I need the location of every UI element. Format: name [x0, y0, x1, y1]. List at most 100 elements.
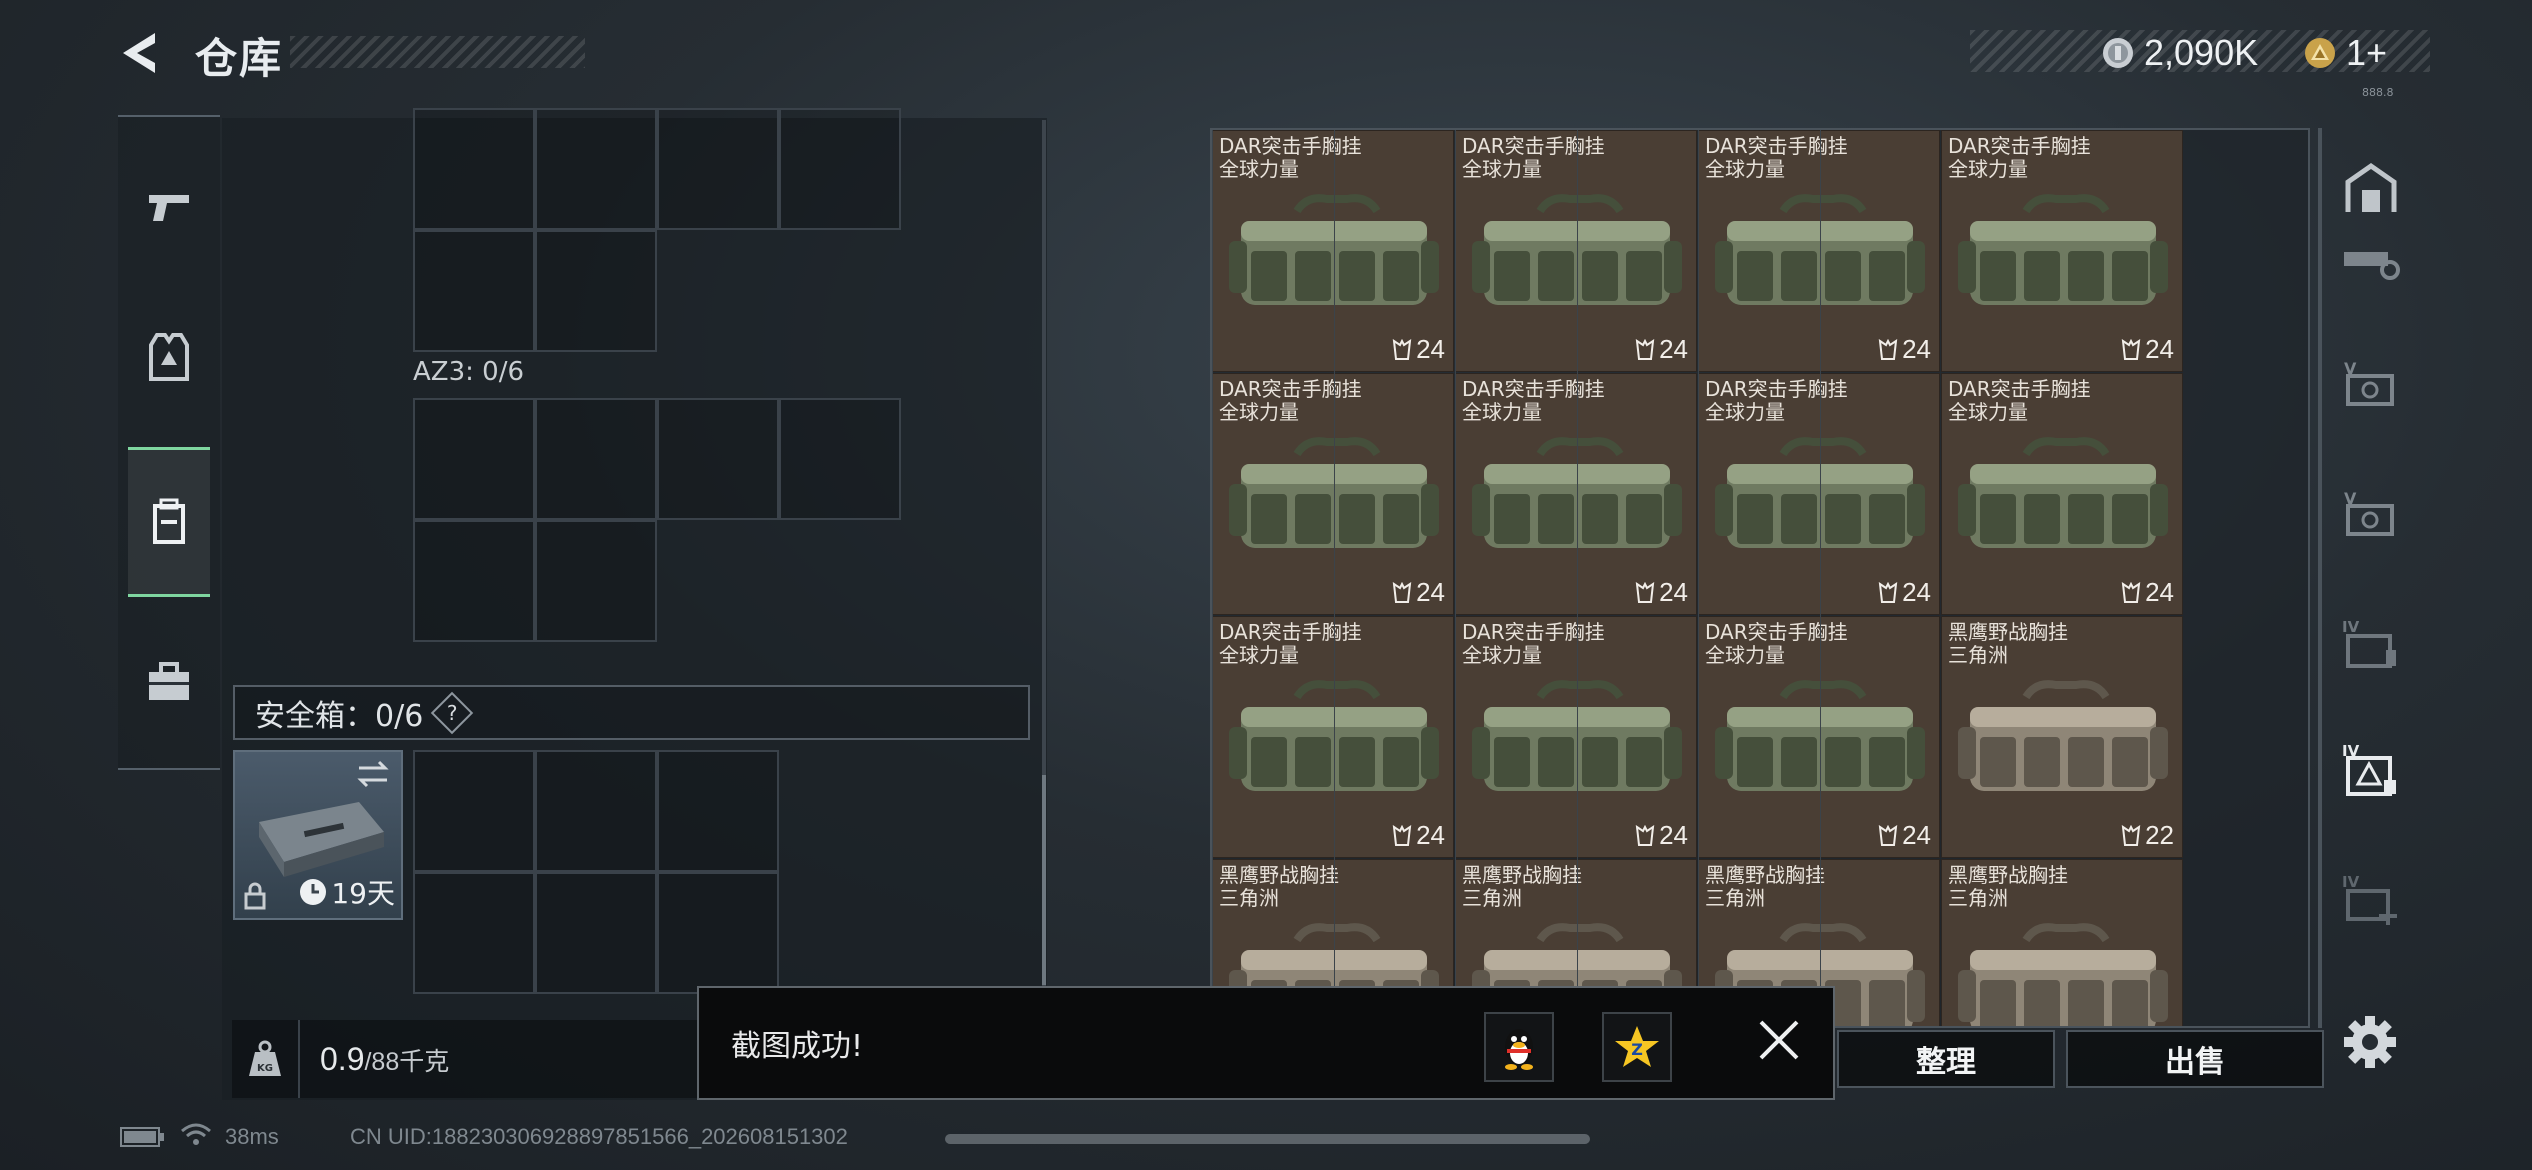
item-name-line1: 黑鹰野战胸挂	[1219, 863, 1339, 887]
loadout-scrollbar-thumb[interactable]	[1042, 775, 1046, 985]
tool-iv-add[interactable]: IV	[2340, 868, 2402, 930]
help-button[interactable]: ?	[431, 691, 474, 734]
item-name-line2: 全球力量	[1462, 400, 1542, 424]
svg-text:KG: KG	[257, 1063, 273, 1074]
az3-slot[interactable]	[779, 398, 901, 520]
briefcase-icon	[149, 662, 189, 700]
armor-durability-icon	[1878, 581, 1898, 603]
tool-v-safe-2[interactable]: V	[2340, 483, 2402, 545]
weight-text: 0.9/88千克	[320, 1041, 449, 1078]
container-slot[interactable]	[657, 108, 779, 230]
safe-case-item[interactable]: 19天	[233, 750, 403, 920]
tool-iv-folder[interactable]: IV	[2340, 613, 2402, 675]
uid-text: CN UID:1882303069288978515​66_2026081513…	[350, 1124, 848, 1149]
az3-slot[interactable]	[657, 398, 779, 520]
item-name-line1: DAR突击手胸挂	[1705, 620, 1848, 644]
weight-current: 0.9	[320, 1040, 365, 1077]
backpack-icon	[153, 498, 185, 544]
az3-capacity-label: AZ3: 0/6	[413, 357, 525, 387]
item-durability: 24	[1392, 334, 1445, 365]
tool-iv-triangle-lock[interactable]: IV	[2340, 738, 2402, 800]
safe-slot[interactable]	[657, 750, 779, 872]
item-name-line2: 三角洲	[1219, 886, 1279, 910]
gold-triangle-coin-icon	[2305, 38, 2335, 68]
tool-v-safe[interactable]: V	[2340, 353, 2402, 415]
armor-durability-icon	[1635, 824, 1655, 846]
stash-item[interactable]: 黑鹰野战胸挂 三角洲	[1941, 859, 2183, 1026]
svg-text:IV: IV	[2342, 873, 2360, 891]
item-durability: 24	[2121, 334, 2174, 365]
stash-grid-line	[1698, 130, 1699, 1026]
share-qzone-button[interactable]: Z	[1602, 1012, 1672, 1082]
share-qq-button[interactable]	[1484, 1012, 1554, 1082]
sort-button[interactable]: 整理	[1837, 1030, 2055, 1088]
item-name-line2: 三角洲	[1948, 886, 2008, 910]
item-name: 黑鹰野战胸挂 三角洲	[1462, 864, 1582, 910]
nav-item-supplies[interactable]	[128, 607, 210, 757]
item-name: 黑鹰野战胸挂 三角洲	[1948, 621, 2068, 667]
currency-silver: 2,090K	[2102, 32, 2258, 74]
safe-slot[interactable]	[535, 750, 657, 872]
nav-item-armor[interactable]	[128, 282, 210, 432]
item-count-value: 24	[1902, 334, 1931, 364]
az3-slot[interactable]	[535, 520, 657, 642]
item-name-line1: 黑鹰野战胸挂	[1948, 620, 2068, 644]
close-icon[interactable]	[1749, 1010, 1809, 1070]
clock-icon	[300, 879, 327, 905]
item-name: DAR突击手胸挂 全球力量	[1219, 135, 1362, 181]
item-durability: 22	[2121, 820, 2174, 851]
item-name-line2: 三角洲	[1705, 886, 1765, 910]
case-days-left: 19天	[331, 877, 395, 910]
item-name-line1: DAR突击手胸挂	[1219, 134, 1362, 158]
ping-text: 38ms	[225, 1124, 279, 1149]
az3-slot[interactable]	[535, 398, 657, 520]
stash-item[interactable]: 黑鹰野战胸挂 三角洲 22	[1941, 616, 2183, 858]
container-slot[interactable]	[413, 230, 535, 352]
item-count-value: 24	[1659, 577, 1688, 607]
home-indicator[interactable]	[945, 1134, 1590, 1144]
currency-subtext: 888.8	[2362, 86, 2394, 99]
item-count-value: 24	[1902, 820, 1931, 850]
item-name-line2: 全球力量	[1219, 157, 1299, 181]
container-slot[interactable]	[413, 108, 535, 230]
sell-button[interactable]: 出售	[2066, 1030, 2324, 1088]
safe-slot[interactable]	[413, 872, 535, 994]
tool-vault[interactable]	[2340, 158, 2402, 220]
nav-item-backpack[interactable]	[128, 447, 210, 597]
stash-item[interactable]: DAR突击手胸挂 全球力量 24	[1941, 130, 2183, 372]
container-slot[interactable]	[535, 230, 657, 352]
item-durability: 24	[1878, 334, 1931, 365]
safe-slot[interactable]	[413, 750, 535, 872]
nav-item-weapons[interactable]	[128, 132, 210, 282]
back-arrow-icon[interactable]	[115, 28, 165, 78]
az3-slot[interactable]	[413, 398, 535, 520]
safe-box-label: 安全箱：0/6	[255, 698, 424, 734]
gear-icon[interactable]	[2336, 1008, 2404, 1076]
safe-slot[interactable]	[657, 872, 779, 994]
item-name: 黑鹰野战胸挂 三角洲	[1705, 864, 1825, 910]
item-name: DAR突击手胸挂 全球力量	[1705, 135, 1848, 181]
safe-slot[interactable]	[535, 872, 657, 994]
stash-item[interactable]: DAR突击手胸挂 全球力量 24	[1941, 373, 2183, 615]
toast-message: 截图成功!	[731, 1029, 864, 1064]
item-name: 黑鹰野战胸挂 三角洲	[1219, 864, 1339, 910]
weight-indicator: KG 0.9/88千克	[232, 1020, 712, 1098]
item-name: DAR突击手胸挂 全球力量	[1462, 135, 1605, 181]
item-durability: 24	[2121, 577, 2174, 608]
container-slot[interactable]	[779, 108, 901, 230]
item-count-value: 24	[1416, 334, 1445, 364]
chest-rig-image	[1958, 437, 2168, 548]
swap-icon[interactable]	[355, 760, 391, 788]
item-durability: 24	[1635, 577, 1688, 608]
container-slot[interactable]	[535, 108, 657, 230]
item-count-value: 24	[1659, 334, 1688, 364]
key-icon	[2344, 252, 2400, 280]
weight-icon: KG	[232, 1020, 300, 1098]
item-count-value: 24	[1902, 577, 1931, 607]
stash-grid-line	[1333, 130, 1335, 1026]
wifi-icon	[181, 1123, 211, 1145]
tool-key[interactable]	[2340, 233, 2402, 295]
item-name: 黑鹰野战胸挂 三角洲	[1948, 864, 2068, 910]
az3-slot[interactable]	[413, 520, 535, 642]
stash-grid: DAR突击手胸挂 全球力量 24 DAR突击手胸挂 全球力量 24 DAR突击手胸挂 全球力量…	[1210, 128, 2310, 1028]
